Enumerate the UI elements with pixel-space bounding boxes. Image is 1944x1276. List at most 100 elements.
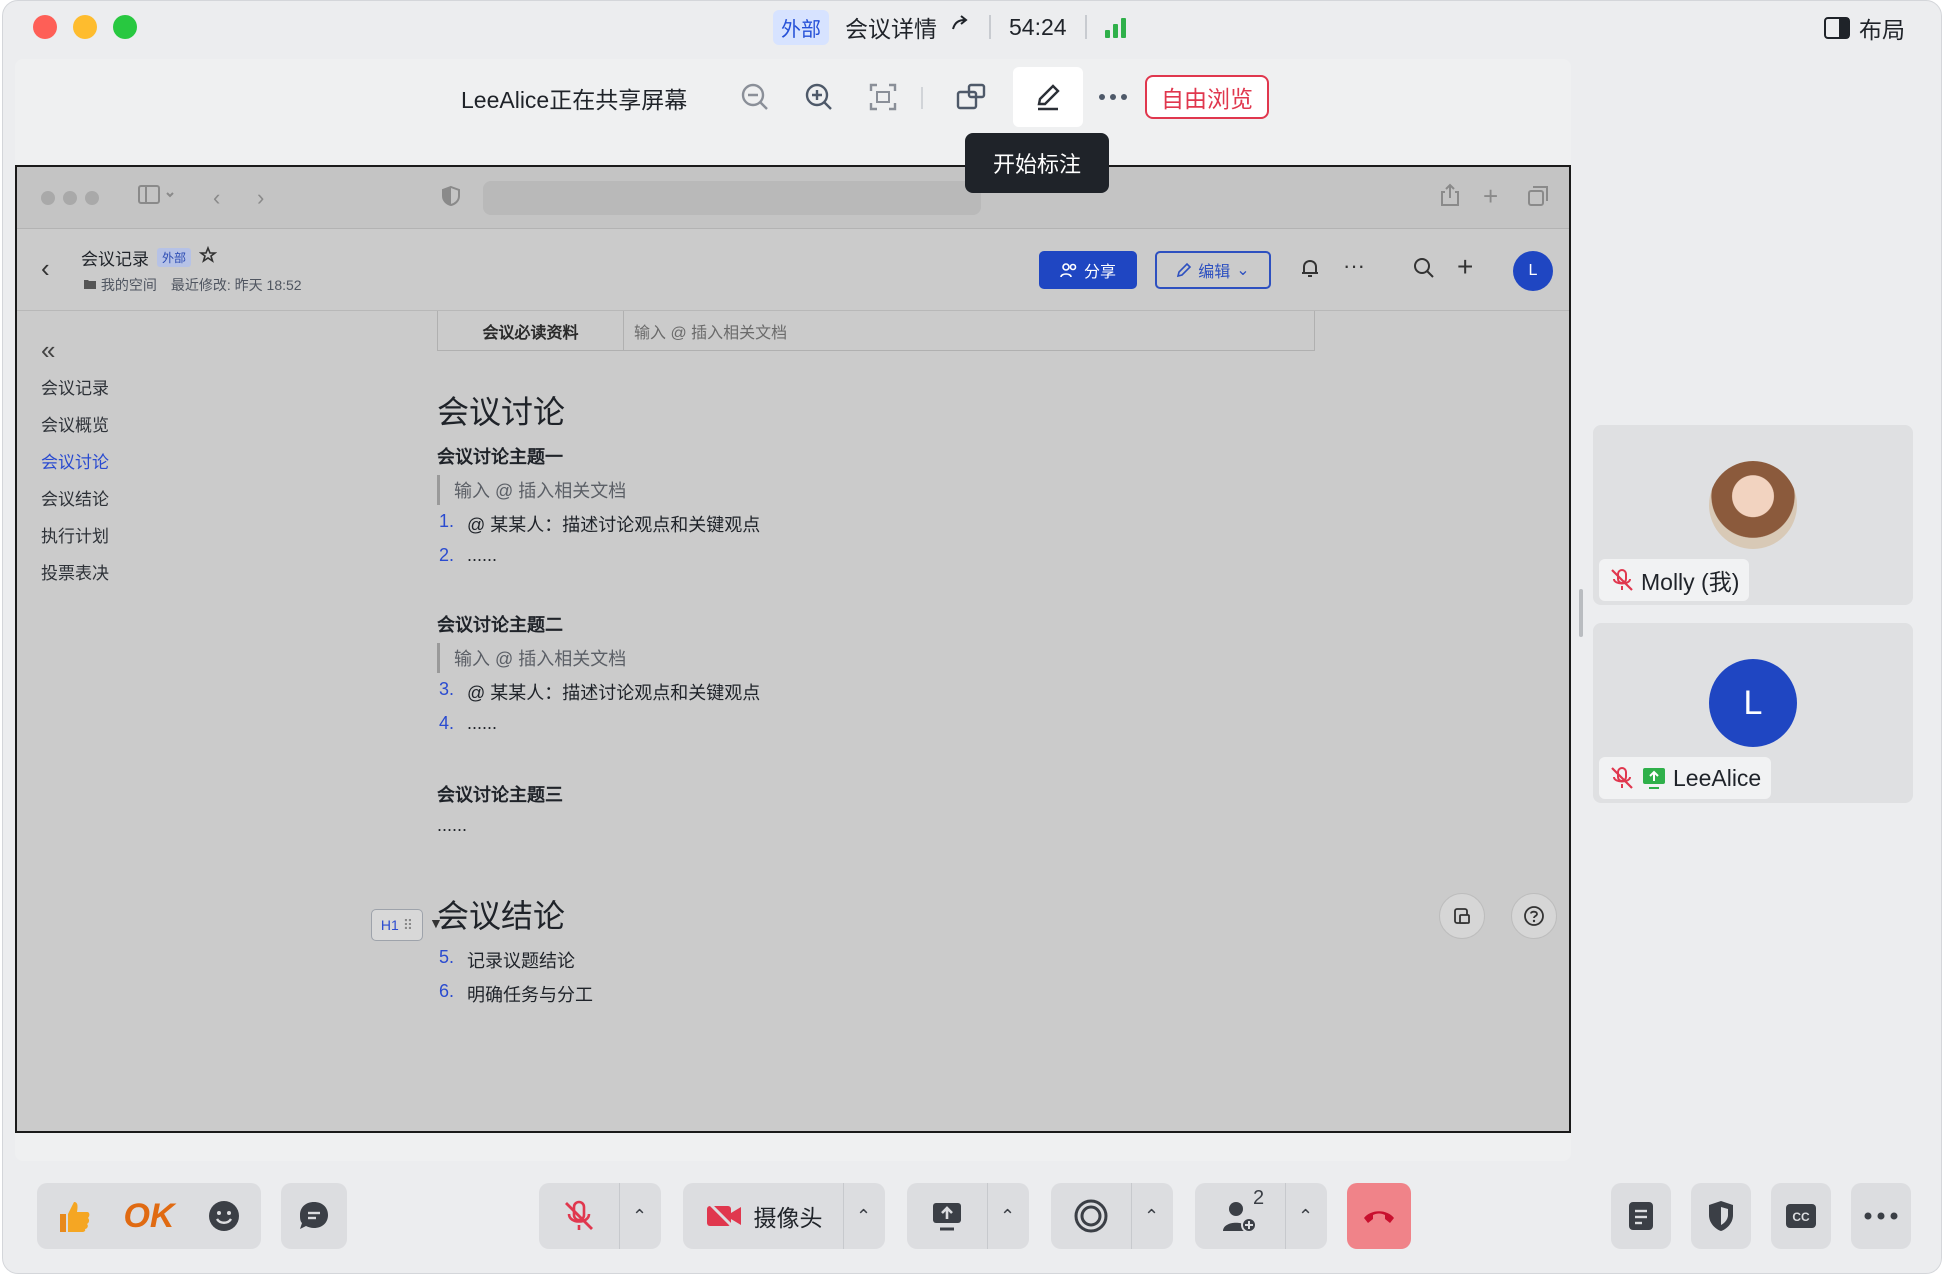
- toc-item[interactable]: 会议记录: [41, 370, 109, 407]
- share-button-label: 分享: [1083, 264, 1116, 281]
- star-icon[interactable]: [198, 245, 218, 269]
- notes-button[interactable]: [1611, 1183, 1671, 1249]
- share-options-chevron[interactable]: ⌃: [987, 1183, 1027, 1249]
- forward-arrow-icon: ›: [257, 185, 265, 210]
- list-number: 5.: [439, 947, 455, 967]
- share-button[interactable]: 分享: [1039, 251, 1137, 289]
- security-button[interactable]: [1691, 1183, 1751, 1249]
- table-input-cell[interactable]: 输入 @ 插入相关文档: [624, 311, 1314, 350]
- camera-button[interactable]: 摄像头: [683, 1183, 843, 1249]
- share-screen-icon[interactable]: [907, 1183, 987, 1249]
- chat-icon: [300, 1202, 328, 1229]
- participants-group: 2 ⌃: [1195, 1183, 1327, 1249]
- share-arrow-icon[interactable]: [949, 13, 971, 41]
- hang-up-button[interactable]: [1347, 1183, 1411, 1249]
- maximize-window-button[interactable]: [113, 15, 137, 39]
- layout-label: 布局: [1859, 17, 1905, 43]
- pop-out-window-icon[interactable]: [949, 75, 993, 119]
- layout-button[interactable]: 布局: [1823, 11, 1905, 45]
- new-tab-icon: +: [1483, 181, 1499, 211]
- chat-button[interactable]: [281, 1183, 347, 1249]
- camera-options-chevron[interactable]: ⌃: [843, 1183, 883, 1249]
- edit-button[interactable]: 编辑 ⌄: [1155, 251, 1271, 289]
- participant-tile[interactable]: L LeeAlice: [1593, 623, 1913, 803]
- notes-icon: [1629, 1202, 1653, 1230]
- list-text: @ 某某人：描述讨论观点和关键观点: [467, 515, 761, 535]
- heading-level-label: H1: [380, 917, 399, 933]
- shield-icon: [1709, 1201, 1733, 1231]
- microphone-muted-icon[interactable]: [539, 1183, 619, 1249]
- topic-heading: 会议讨论主题一: [437, 447, 563, 467]
- more-controls-button[interactable]: [1851, 1183, 1911, 1249]
- network-signal-icon[interactable]: [1104, 16, 1126, 38]
- annotate-pen-icon[interactable]: [1013, 67, 1083, 127]
- participants-button[interactable]: 2: [1195, 1183, 1285, 1249]
- captions-button[interactable]: CC: [1771, 1183, 1831, 1249]
- address-bar: [483, 181, 981, 215]
- section-heading: 会议结论: [437, 898, 566, 934]
- chevron-down-icon: ⌄: [1236, 262, 1250, 279]
- toc-item[interactable]: 会议概览: [41, 407, 109, 444]
- microphone-group: ⌃: [539, 1183, 661, 1249]
- free-browse-button[interactable]: 自由浏览: [1145, 75, 1269, 119]
- bell-icon[interactable]: [1299, 257, 1321, 285]
- toc-item-active[interactable]: 会议讨论: [41, 444, 109, 481]
- search-icon[interactable]: [1413, 257, 1435, 285]
- heading-drag-handle[interactable]: H1 ⠿: [371, 909, 423, 941]
- caret-down-icon[interactable]: ▼: [429, 915, 443, 931]
- annotate-tooltip: 开始标注: [965, 133, 1109, 193]
- list-item: 2. ......: [439, 545, 497, 566]
- record-options-chevron[interactable]: ⌃: [1131, 1183, 1171, 1249]
- add-icon[interactable]: +: [1457, 251, 1473, 283]
- microphone-options-chevron[interactable]: ⌃: [619, 1183, 659, 1249]
- title-bar: 外部 会议详情 54:24 布局: [3, 1, 1941, 53]
- document-title-text: 会议记录: [81, 250, 149, 269]
- list-item: 1. @ 某某人：描述讨论观点和关键观点: [439, 511, 760, 537]
- fit-screen-icon[interactable]: [861, 75, 905, 119]
- participant-name-tag: Molly (我): [1599, 559, 1750, 601]
- screen-share-area: LeeAlice正在共享屏幕 自由浏览 开始标注 ‹ › + ‹ 会议记录 外部…: [15, 59, 1571, 1161]
- comments-icon[interactable]: [1439, 893, 1485, 939]
- user-avatar[interactable]: L: [1513, 251, 1553, 291]
- list-number: 6.: [439, 981, 455, 1001]
- participant-tile[interactable]: Molly (我): [1593, 425, 1913, 605]
- collapse-toc-icon[interactable]: «: [41, 335, 109, 366]
- more-options-icon[interactable]: [1091, 75, 1135, 119]
- panel-resize-handle[interactable]: [1579, 589, 1583, 637]
- quote-block[interactable]: 输入 @ 插入相关文档: [437, 475, 626, 505]
- toc-item[interactable]: 会议结论: [41, 481, 109, 518]
- topic-heading: 会议讨论主题二: [437, 615, 563, 635]
- more-icon[interactable]: ···: [1343, 253, 1365, 279]
- share-icon: [1439, 183, 1461, 213]
- ok-reaction-button[interactable]: OK: [117, 1183, 181, 1249]
- quote-block[interactable]: 输入 @ 插入相关文档: [437, 643, 626, 673]
- svg-text:CC: CC: [1792, 1210, 1810, 1224]
- meeting-details-link[interactable]: 会议详情: [845, 10, 937, 44]
- participant-avatar: L: [1709, 659, 1797, 747]
- back-arrow-icon: ‹: [213, 185, 221, 210]
- back-icon[interactable]: ‹: [41, 253, 50, 284]
- list-number: 4.: [439, 713, 455, 733]
- thumbs-up-icon[interactable]: [44, 1183, 104, 1249]
- record-icon[interactable]: [1051, 1183, 1131, 1249]
- minimize-window-button[interactable]: [73, 15, 97, 39]
- participant-photo: [1709, 461, 1797, 549]
- camera-group: 摄像头 ⌃: [683, 1183, 885, 1249]
- screen-sharing-icon: [1643, 768, 1665, 789]
- participants-options-chevron[interactable]: ⌃: [1285, 1183, 1325, 1249]
- list-text: ......: [467, 545, 498, 565]
- reactions-group: OK: [37, 1183, 261, 1249]
- zoom-in-icon[interactable]: [797, 75, 841, 119]
- shared-screen-content[interactable]: ‹ › + ‹ 会议记录 外部 我的空间 最近修改: 昨天 18:52 分享 编…: [15, 165, 1571, 1133]
- help-icon[interactable]: [1511, 893, 1557, 939]
- zoom-out-icon[interactable]: [733, 75, 777, 119]
- divider: [1084, 15, 1087, 39]
- mic-muted-icon: [1611, 767, 1633, 789]
- toc-item[interactable]: 执行计划: [41, 518, 109, 555]
- close-window-button[interactable]: [33, 15, 57, 39]
- table-of-contents: « 会议记录 会议概览 会议讨论 会议结论 执行计划 投票表决: [41, 335, 109, 592]
- toc-item[interactable]: 投票表决: [41, 555, 109, 592]
- reference-table: 会议必读资料 输入 @ 插入相关文档: [437, 311, 1315, 351]
- external-badge: 外部: [773, 9, 829, 45]
- emoji-icon[interactable]: [194, 1183, 254, 1249]
